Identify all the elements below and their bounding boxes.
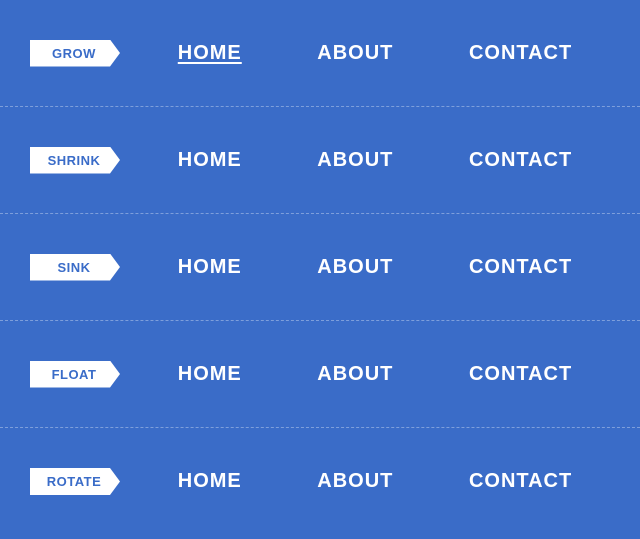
nav-link-float-contact[interactable]: CONTACT xyxy=(469,363,572,386)
nav-link-float-home[interactable]: HOME xyxy=(178,363,242,386)
main-container: GROW HOME ABOUT CONTACT SHRINK HOME ABOUT CONTA… xyxy=(0,0,640,539)
nav-row-sink: SINK HOME ABOUT CONTACT xyxy=(0,214,640,321)
nav-link-sink-about[interactable]: ABOUT xyxy=(317,256,393,279)
nav-links-grow: HOME ABOUT CONTACT xyxy=(140,42,610,65)
badge-shrink[interactable]: SHRINK xyxy=(30,147,120,174)
nav-links-sink: HOME ABOUT CONTACT xyxy=(140,256,610,279)
nav-link-shrink-home[interactable]: HOME xyxy=(178,149,242,172)
nav-link-rotate-about[interactable]: ABOUT xyxy=(317,470,393,493)
nav-link-rotate-contact[interactable]: CONTACT xyxy=(469,470,572,493)
nav-links-rotate: HOME ABOUT CONTACT xyxy=(140,470,610,493)
nav-row-float: FLOAT HOME ABOUT CONTACT xyxy=(0,321,640,428)
nav-link-shrink-about[interactable]: ABOUT xyxy=(317,149,393,172)
badge-float[interactable]: FLOAT xyxy=(30,361,120,388)
nav-row-grow: GROW HOME ABOUT CONTACT xyxy=(0,0,640,107)
nav-links-shrink: HOME ABOUT CONTACT xyxy=(140,149,610,172)
nav-link-float-about[interactable]: ABOUT xyxy=(317,363,393,386)
badge-grow[interactable]: GROW xyxy=(30,40,120,67)
nav-link-grow-contact[interactable]: CONTACT xyxy=(469,42,572,65)
nav-row-shrink: SHRINK HOME ABOUT CONTACT xyxy=(0,107,640,214)
nav-link-rotate-home[interactable]: HOME xyxy=(178,470,242,493)
nav-link-sink-home[interactable]: HOME xyxy=(178,256,242,279)
nav-link-sink-contact[interactable]: CONTACT xyxy=(469,256,572,279)
badge-sink[interactable]: SINK xyxy=(30,254,120,281)
badge-rotate[interactable]: ROTATE xyxy=(30,468,120,495)
nav-link-shrink-contact[interactable]: CONTACT xyxy=(469,149,572,172)
nav-row-rotate: ROTATE HOME ABOUT CONTACT xyxy=(0,428,640,535)
nav-link-grow-home[interactable]: HOME xyxy=(178,42,242,65)
nav-links-float: HOME ABOUT CONTACT xyxy=(140,363,610,386)
nav-link-grow-about[interactable]: ABOUT xyxy=(317,42,393,65)
